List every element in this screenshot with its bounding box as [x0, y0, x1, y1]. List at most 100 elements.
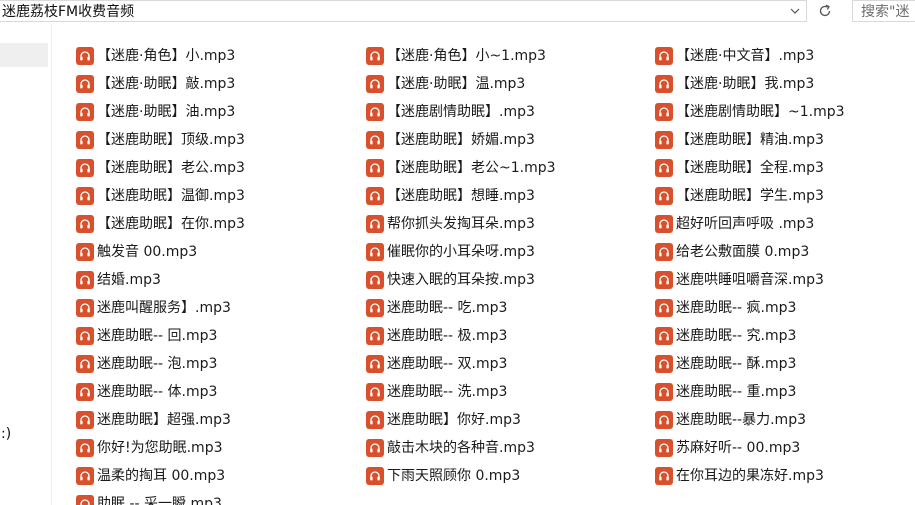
file-item[interactable]: 结婚.mp3: [76, 266, 366, 294]
headphones-icon: [76, 47, 94, 65]
navigation-pane: :): [0, 24, 52, 505]
headphones-icon: [76, 495, 94, 505]
headphones-icon: [655, 299, 673, 317]
file-item[interactable]: 【迷鹿·中文音】.mp3: [655, 42, 915, 70]
sidebar-partial-label: :): [1, 426, 12, 442]
file-item[interactable]: 迷鹿助眠-- 疯.mp3: [655, 294, 915, 322]
headphones-icon: [366, 299, 384, 317]
file-item[interactable]: 迷鹿助眠--暴力.mp3: [655, 406, 915, 434]
file-item[interactable]: 迷鹿助眠-- 究.mp3: [655, 322, 915, 350]
headphones-icon: [366, 383, 384, 401]
file-item[interactable]: 助眠 -- 采一瞬.mp3: [76, 490, 366, 505]
headphones-icon: [76, 467, 94, 485]
file-item[interactable]: 迷鹿助眠-- 体.mp3: [76, 378, 366, 406]
headphones-icon: [366, 271, 384, 289]
file-item[interactable]: 苏麻好听-- 00.mp3: [655, 434, 915, 462]
headphones-icon: [655, 215, 673, 233]
file-item[interactable]: 迷鹿助眠】超强.mp3: [76, 406, 366, 434]
file-item[interactable]: 【迷鹿助眠】老公~1.mp3: [366, 154, 655, 182]
file-item[interactable]: 【迷鹿助眠】娇媚.mp3: [366, 126, 655, 154]
file-item[interactable]: 催眠你的小耳朵呀.mp3: [366, 238, 655, 266]
file-item[interactable]: 在你耳边的果冻好.mp3: [655, 462, 915, 490]
file-item[interactable]: 【迷鹿助眠】顶级.mp3: [76, 126, 366, 154]
headphones-icon: [366, 467, 384, 485]
file-name: 下雨天照顾你 0.mp3: [387, 468, 521, 484]
headphones-icon: [366, 355, 384, 373]
file-item[interactable]: 给老公敷面膜 0.mp3: [655, 238, 915, 266]
file-name: 【迷鹿助眠】娇媚.mp3: [387, 132, 535, 148]
headphones-icon: [655, 75, 673, 93]
file-name: 温柔的掏耳 00.mp3: [97, 468, 226, 484]
file-item[interactable]: 敲击木块的各种音.mp3: [366, 434, 655, 462]
file-item[interactable]: 【迷鹿剧情助眠】~1.mp3: [655, 98, 915, 126]
headphones-icon: [366, 439, 384, 457]
file-name: 在你耳边的果冻好.mp3: [676, 468, 824, 484]
file-item[interactable]: 【迷鹿助眠】全程.mp3: [655, 154, 915, 182]
search-placeholder: 搜索"迷: [861, 4, 910, 20]
file-name: 【迷鹿助眠】学生.mp3: [676, 188, 824, 204]
file-name: 【迷鹿助眠】全程.mp3: [676, 160, 824, 176]
file-name: 【迷鹿助眠】想睡.mp3: [387, 188, 535, 204]
file-item[interactable]: 【迷鹿助眠】在你.mp3: [76, 210, 366, 238]
file-item[interactable]: 迷鹿助眠-- 泡.mp3: [76, 350, 366, 378]
chevron-down-icon[interactable]: [784, 1, 806, 21]
file-name: 迷鹿叫醒服务】.mp3: [97, 300, 231, 316]
file-item[interactable]: 【迷鹿助眠】老公.mp3: [76, 154, 366, 182]
headphones-icon: [76, 75, 94, 93]
file-name: 你好!为您助眠.mp3: [97, 440, 223, 456]
file-name: 迷鹿助眠-- 双.mp3: [387, 356, 508, 372]
headphones-icon: [76, 243, 94, 261]
file-item[interactable]: 【迷鹿助眠】学生.mp3: [655, 182, 915, 210]
headphones-icon: [366, 47, 384, 65]
file-item[interactable]: 【迷鹿·助眠】温.mp3: [366, 70, 655, 98]
file-item[interactable]: 【迷鹿·角色】小.mp3: [76, 42, 366, 70]
headphones-icon: [366, 243, 384, 261]
file-list-pane: 【迷鹿·角色】小.mp3 【迷鹿·角色】小~1.mp3 【迷鹿·中文音】.mp3 【迷…: [52, 24, 915, 505]
file-item[interactable]: 迷鹿助眠-- 酥.mp3: [655, 350, 915, 378]
file-item[interactable]: 迷鹿助眠-- 重.mp3: [655, 378, 915, 406]
headphones-icon: [366, 187, 384, 205]
headphones-icon: [76, 383, 94, 401]
refresh-icon[interactable]: [812, 0, 838, 22]
file-item[interactable]: 温柔的掏耳 00.mp3: [76, 462, 366, 490]
headphones-icon: [76, 271, 94, 289]
file-name: 【迷鹿·助眠】我.mp3: [676, 76, 815, 92]
file-item[interactable]: 【迷鹿·助眠】油.mp3: [76, 98, 366, 126]
file-name: 触发音 00.mp3: [97, 244, 198, 260]
file-item[interactable]: 迷鹿助眠-- 吃.mp3: [366, 294, 655, 322]
file-name: 结婚.mp3: [97, 272, 161, 288]
file-item[interactable]: 帮你抓头发掏耳朵.mp3: [366, 210, 655, 238]
file-item[interactable]: 超好听回声呼吸 .mp3: [655, 210, 915, 238]
file-item[interactable]: 迷鹿助眠-- 回.mp3: [76, 322, 366, 350]
headphones-icon: [366, 75, 384, 93]
search-box[interactable]: 搜索"迷: [852, 0, 915, 22]
headphones-icon: [76, 131, 94, 149]
headphones-icon: [655, 131, 673, 149]
file-item[interactable]: 触发音 00.mp3: [76, 238, 366, 266]
file-item[interactable]: 【迷鹿助眠】温御.mp3: [76, 182, 366, 210]
headphones-icon: [655, 327, 673, 345]
file-item[interactable]: 迷鹿助眠】你好.mp3: [366, 406, 655, 434]
file-item[interactable]: 迷鹿助眠-- 双.mp3: [366, 350, 655, 378]
file-item[interactable]: 迷鹿助眠-- 洗.mp3: [366, 378, 655, 406]
file-name: 给老公敷面膜 0.mp3: [676, 244, 810, 260]
file-item[interactable]: 下雨天照顾你 0.mp3: [366, 462, 655, 490]
file-item[interactable]: 【迷鹿·角色】小~1.mp3: [366, 42, 655, 70]
file-item[interactable]: 【迷鹿·助眠】敲.mp3: [76, 70, 366, 98]
file-item[interactable]: 迷鹿助眠-- 极.mp3: [366, 322, 655, 350]
sidebar-selected-item[interactable]: [0, 43, 48, 67]
file-name: 催眠你的小耳朵呀.mp3: [387, 244, 535, 260]
headphones-icon: [76, 411, 94, 429]
file-item[interactable]: 【迷鹿助眠】精油.mp3: [655, 126, 915, 154]
headphones-icon: [655, 159, 673, 177]
file-item[interactable]: 【迷鹿·助眠】我.mp3: [655, 70, 915, 98]
file-item[interactable]: 快速入眠的耳朵按.mp3: [366, 266, 655, 294]
file-item[interactable]: 迷鹿哄睡咀嚼音深.mp3: [655, 266, 915, 294]
file-item[interactable]: 【迷鹿助眠】想睡.mp3: [366, 182, 655, 210]
file-name: 【迷鹿剧情助眠】.mp3: [387, 104, 535, 120]
file-item[interactable]: 【迷鹿剧情助眠】.mp3: [366, 98, 655, 126]
file-item[interactable]: 迷鹿叫醒服务】.mp3: [76, 294, 366, 322]
address-bar[interactable]: 迷鹿荔枝FM收费音频: [0, 0, 807, 22]
headphones-icon: [76, 299, 94, 317]
file-item[interactable]: 你好!为您助眠.mp3: [76, 434, 366, 462]
